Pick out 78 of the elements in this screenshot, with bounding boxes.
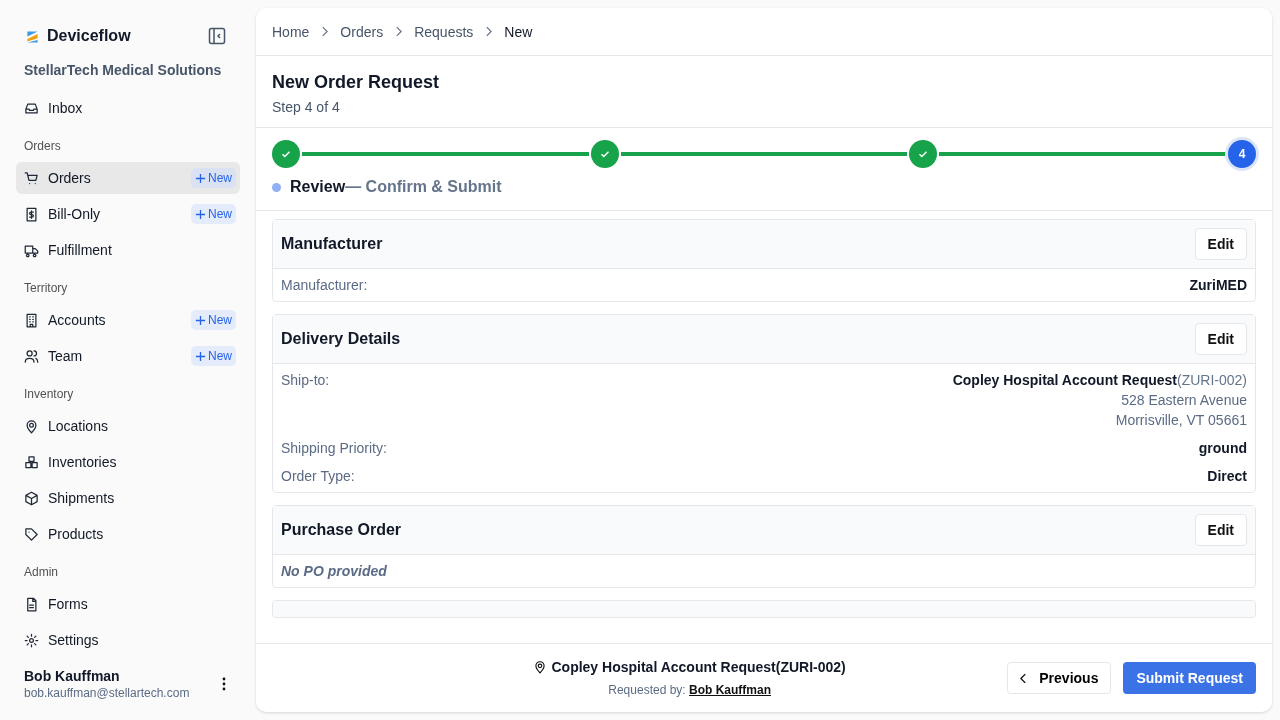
breadcrumb-link[interactable]: Requests (414, 23, 474, 40)
empty-note: No PO provided (281, 563, 388, 579)
page-title: New Order Request (272, 72, 441, 93)
nav-item[interactable]: Shipments (16, 482, 240, 514)
section-title: Purchase Order (281, 521, 402, 539)
doc-icon (24, 596, 39, 612)
status-dot (272, 182, 281, 192)
chevron-left-icon (1020, 672, 1028, 684)
users-icon (24, 348, 39, 364)
truck-icon (24, 242, 39, 258)
user-email: bob.kauffman@stellartech.com (24, 686, 191, 700)
plus-icon (195, 172, 206, 184)
field-value: Direct (1207, 468, 1247, 484)
submit-button[interactable]: Submit Request (1123, 662, 1256, 694)
app-name: Deviceflow (47, 27, 132, 45)
nav-item[interactable]: Fulfillment (16, 234, 240, 266)
nav-item[interactable]: Settings (16, 624, 240, 654)
plus-icon (195, 208, 206, 220)
breadcrumb-link[interactable]: Home (272, 23, 310, 40)
gear-icon (24, 632, 39, 648)
field-label: Order Type: (281, 468, 355, 484)
section-title: Manufacturer (281, 235, 383, 253)
bill-icon (24, 206, 39, 222)
nav-item[interactable]: Products (16, 518, 240, 550)
previous-button[interactable]: Previous (1007, 662, 1112, 694)
field-value: ZuriMED (1189, 277, 1247, 293)
requested-by-label: Requested by: (608, 683, 686, 697)
user-name: Bob Kauffman (24, 668, 121, 684)
new-button[interactable]: New (191, 204, 236, 224)
field-value: ground (1198, 440, 1247, 456)
step-label: Review (290, 178, 346, 196)
nav-item[interactable]: Locations (16, 410, 240, 442)
tag-icon (24, 526, 39, 542)
nav-section-heading: Orders (23, 138, 62, 155)
nav-section-heading: Admin (23, 564, 59, 581)
address-line: 528 Eastern Avenue (1121, 392, 1247, 408)
chevron-icon (485, 26, 493, 37)
nav-section-heading: Inventory (23, 386, 75, 403)
plus-icon (195, 350, 206, 362)
field-value: Copley Hospital Account Request(ZURI-002) (952, 372, 1247, 388)
pin-icon (24, 418, 39, 434)
cart-icon (24, 170, 39, 186)
nav-section-heading: Territory (23, 280, 69, 297)
edit-button[interactable]: Edit (1194, 323, 1247, 355)
nav-item[interactable]: Forms (16, 588, 240, 620)
nav-item[interactable]: Bill-Only New (16, 198, 240, 230)
step-indicator: 4 (1228, 140, 1256, 168)
nav-item[interactable]: Inventories (16, 446, 240, 478)
field-label: Shipping Priority: (281, 440, 387, 456)
inbox-icon (24, 100, 39, 116)
section-title: Delivery Details (281, 330, 401, 348)
step-counter: Step 4 of 4 (272, 99, 341, 115)
new-button[interactable]: New (191, 346, 236, 366)
address-line: Morrisville, VT 05661 (1115, 412, 1247, 428)
package-icon (24, 490, 39, 506)
new-button[interactable]: New (191, 168, 236, 188)
nav-item[interactable]: Team New (16, 340, 240, 372)
nav-item[interactable]: Inbox (16, 92, 240, 124)
boxes-icon (24, 454, 39, 470)
location-pin-icon (533, 660, 548, 674)
account-name: Copley Hospital Account Request(ZURI-002) (551, 659, 846, 675)
nav-item[interactable]: Orders New (16, 162, 240, 194)
sidebar-toggle-icon[interactable] (208, 27, 226, 45)
requester-link[interactable]: Bob Kauffman (689, 683, 771, 697)
nav-item[interactable]: Accounts New (16, 304, 240, 336)
edit-button[interactable]: Edit (1194, 514, 1247, 546)
organization-name: StellarTech Medical Solutions (23, 62, 223, 78)
field-label: Manufacturer: (281, 277, 368, 293)
step-description: — Confirm & Submit (345, 178, 502, 196)
edit-button[interactable]: Edit (1194, 228, 1247, 260)
building-icon (24, 312, 39, 328)
chevron-icon (395, 26, 403, 37)
field-label: Ship-to: (281, 372, 330, 390)
plus-icon (195, 314, 206, 326)
more-icon[interactable] (222, 677, 226, 691)
breadcrumb-link[interactable]: Orders (340, 23, 384, 40)
chevron-icon (321, 26, 329, 37)
new-button[interactable]: New (191, 310, 236, 330)
